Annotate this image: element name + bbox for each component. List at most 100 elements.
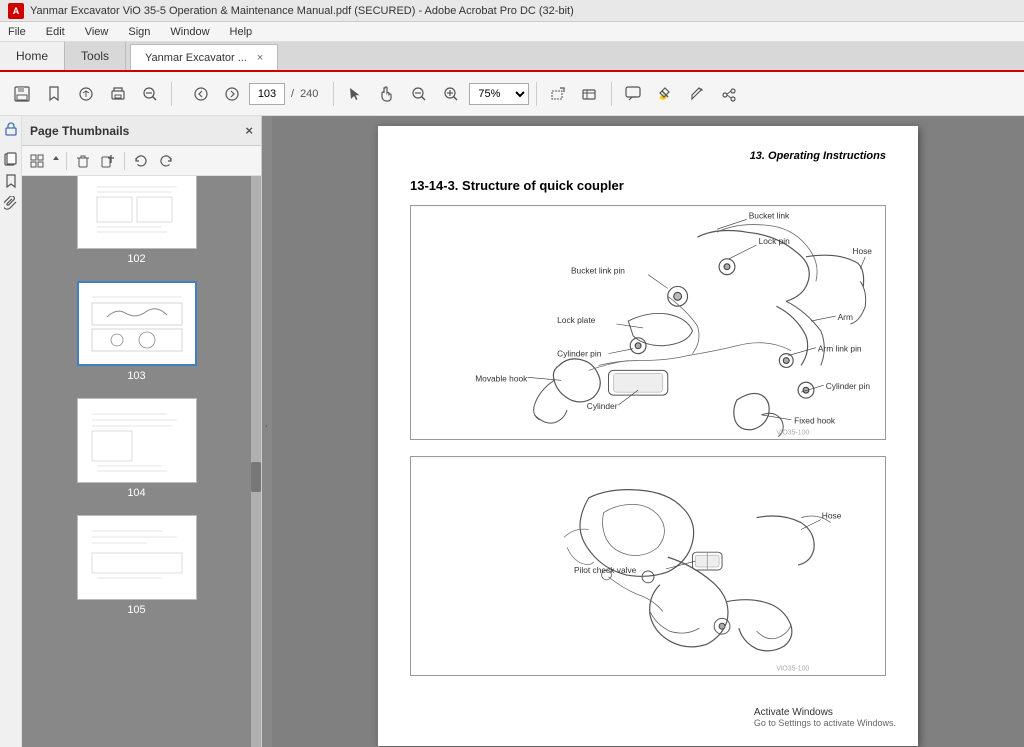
diagram-2: Hose Pilot check valve ViO35-100	[410, 456, 886, 676]
panel-sep-2	[124, 152, 125, 170]
prev-page-button[interactable]	[187, 80, 215, 108]
thumbnail-item: 105	[77, 515, 197, 616]
tab-bar: Home Tools Yanmar Excavator ... ×	[0, 42, 1024, 72]
tab-doc-label: Yanmar Excavator ...	[145, 52, 247, 64]
panel-close-button[interactable]: ×	[245, 123, 253, 138]
thumbnails-panel: Page Thumbnails ×	[22, 116, 262, 747]
page-total: 240	[300, 88, 318, 100]
menu-edit[interactable]: Edit	[42, 25, 69, 39]
touchup-button[interactable]	[576, 80, 604, 108]
thumbnail-frame-105[interactable]	[77, 515, 197, 600]
panel-scrollbar[interactable]	[251, 176, 261, 747]
comment-button[interactable]	[619, 80, 647, 108]
svg-text:Bucket link pin: Bucket link pin	[571, 266, 625, 276]
svg-text:Cylinder pin: Cylinder pin	[557, 349, 602, 359]
svg-text:Hose: Hose	[852, 246, 872, 256]
svg-text:Arm: Arm	[838, 312, 853, 322]
content-area: 13. Operating Instructions 13-14-3. Stru…	[272, 116, 1024, 747]
bookmark-button[interactable]	[40, 80, 68, 108]
tab-close-button[interactable]: ×	[257, 52, 263, 64]
thumbnail-frame-103[interactable]	[77, 281, 197, 366]
thumbnail-frame-102[interactable]	[77, 176, 197, 249]
thumbnail-label-102: 102	[127, 253, 145, 265]
panel-scrollbar-thumb[interactable]	[251, 462, 261, 492]
thumbnail-label-103: 103	[127, 370, 145, 382]
panel-title: Page Thumbnails	[30, 124, 129, 138]
app-icon: A	[8, 3, 24, 19]
tab-home-label: Home	[16, 49, 48, 63]
thumbnail-item: 103	[77, 281, 197, 382]
redo-button[interactable]	[155, 150, 177, 172]
svg-text:Pilot check valve: Pilot check valve	[574, 565, 637, 575]
tab-document[interactable]: Yanmar Excavator ... ×	[130, 44, 278, 70]
svg-text:Arm link pin: Arm link pin	[818, 344, 862, 354]
title-bar: A Yanmar Excavator ViO 35-5 Operation & …	[0, 0, 1024, 22]
left-icon-strip	[0, 116, 22, 747]
svg-text:Lock pin: Lock pin	[759, 236, 791, 246]
menu-window[interactable]: Window	[166, 25, 213, 39]
zoom-out-button[interactable]	[405, 80, 433, 108]
marquee-tool-button[interactable]	[544, 80, 572, 108]
bookmark-panel-icon[interactable]	[2, 172, 20, 190]
upload-button[interactable]	[72, 80, 100, 108]
svg-text:Bucket link: Bucket link	[749, 210, 790, 220]
svg-text:Hose: Hose	[822, 511, 842, 521]
svg-text:Lock plate: Lock plate	[557, 315, 596, 325]
zoom-out-toolbar-button[interactable]	[136, 80, 164, 108]
select-tool-button[interactable]	[341, 80, 369, 108]
undo-button[interactable]	[130, 150, 152, 172]
thumbnail-item: 102	[77, 176, 197, 265]
thumbnails-container: 102 103	[22, 176, 251, 747]
zoom-in-button[interactable]	[437, 80, 465, 108]
svg-text:ViO35-100: ViO35-100	[776, 666, 809, 673]
menu-view[interactable]: View	[81, 25, 113, 39]
menu-help[interactable]: Help	[226, 25, 257, 39]
page-header: 13. Operating Instructions	[410, 150, 886, 162]
toolbar-separator-1	[171, 82, 172, 106]
thumbnail-item: 104	[77, 398, 197, 499]
page-navigation: / 240	[187, 80, 318, 108]
page-number-input[interactable]	[249, 83, 285, 105]
menu-sign[interactable]: Sign	[124, 25, 154, 39]
pages-icon[interactable]	[2, 150, 20, 168]
panel-view-button[interactable]	[26, 150, 48, 172]
lock-icon	[2, 120, 20, 138]
tab-home[interactable]: Home	[0, 42, 65, 70]
svg-text:Movable hook: Movable hook	[475, 373, 528, 383]
next-page-button[interactable]	[218, 80, 246, 108]
insert-page-button[interactable]	[97, 150, 119, 172]
thumbnail-label-104: 104	[127, 487, 145, 499]
menu-bar: File Edit View Sign Window Help	[0, 22, 1024, 42]
panel-sep-1	[66, 152, 67, 170]
highlight-button[interactable]	[651, 80, 679, 108]
print-button[interactable]	[104, 80, 132, 108]
panel-header: Page Thumbnails ×	[22, 116, 261, 146]
share-button[interactable]	[715, 80, 743, 108]
diagram-1: Bucket link Lock pin Hose Bucket link pi…	[410, 205, 886, 440]
activate-subtitle: Go to Settings to activate Windows.	[754, 718, 896, 728]
hand-tool-button[interactable]	[373, 80, 401, 108]
page-separator: /	[291, 88, 294, 100]
panel-toolbar	[22, 146, 261, 176]
menu-file[interactable]: File	[4, 25, 30, 39]
zoom-level-select[interactable]: 75% 50% 100% 125% 150%	[469, 83, 529, 105]
thumbnail-frame-104[interactable]	[77, 398, 197, 483]
toolbar: / 240 75% 50% 100% 125% 150%	[0, 72, 1024, 116]
toolbar-separator-4	[611, 82, 612, 106]
tab-tools-label: Tools	[81, 49, 109, 63]
toolbar-separator-2	[333, 82, 334, 106]
toolbar-separator-3	[536, 82, 537, 106]
tab-tools[interactable]: Tools	[65, 42, 126, 70]
delete-page-button[interactable]	[72, 150, 94, 172]
section-title: 13-14-3. Structure of quick coupler	[410, 178, 886, 193]
panel-resize-handle[interactable]	[262, 116, 272, 747]
svg-text:ViO35-100: ViO35-100	[776, 430, 809, 437]
window-title: Yanmar Excavator ViO 35-5 Operation & Ma…	[30, 5, 574, 17]
activate-windows-watermark: Activate Windows Go to Settings to activ…	[744, 701, 906, 734]
pdf-page: 13. Operating Instructions 13-14-3. Stru…	[378, 126, 918, 746]
svg-text:Cylinder: Cylinder	[587, 401, 618, 411]
save-button[interactable]	[8, 80, 36, 108]
activate-title: Activate Windows	[754, 707, 896, 718]
markup-button[interactable]	[683, 80, 711, 108]
attachment-icon[interactable]	[2, 194, 20, 212]
